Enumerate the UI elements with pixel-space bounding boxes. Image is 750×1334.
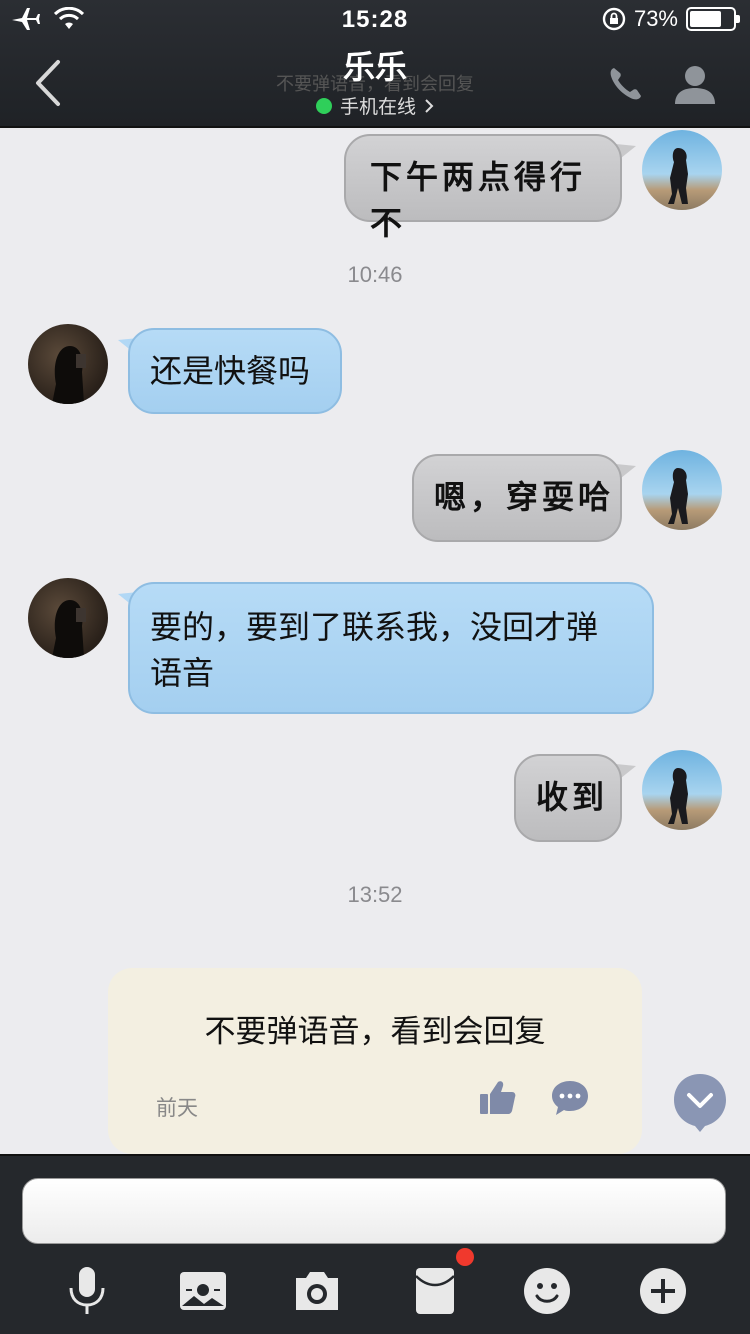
timestamp: 13:52 bbox=[347, 882, 403, 907]
my-avatar[interactable] bbox=[642, 450, 722, 530]
camera-icon[interactable] bbox=[292, 1266, 342, 1316]
pinned-note-card[interactable]: 不要弹语音，看到会回复 前天 bbox=[108, 968, 642, 1154]
chevron-right-icon bbox=[425, 98, 434, 113]
notification-badge bbox=[456, 1248, 474, 1266]
phone-call-icon[interactable] bbox=[606, 64, 646, 104]
contact-avatar[interactable] bbox=[28, 324, 108, 404]
pinned-note-text: 不要弹语音，看到会回复 bbox=[204, 1014, 546, 1050]
battery-fill bbox=[690, 11, 721, 27]
timestamp: 10:46 bbox=[347, 262, 403, 287]
chat-header: 15:28 73% 不要弹语音，看到会回复 乐乐 手机在线 bbox=[0, 0, 750, 128]
chat-title: 乐乐 bbox=[342, 48, 407, 86]
my-avatar[interactable] bbox=[642, 750, 722, 830]
battery-percent: 73% bbox=[633, 6, 678, 31]
red-packet-icon[interactable] bbox=[410, 1266, 460, 1316]
message-bubble-out[interactable]: 下午两点得行不 bbox=[344, 134, 622, 242]
plus-icon[interactable] bbox=[638, 1266, 688, 1316]
online-status-label: 手机在线 bbox=[339, 96, 416, 118]
microphone-icon[interactable] bbox=[62, 1266, 112, 1316]
message-line: 要的，要到了联系我，没回才弹 bbox=[150, 608, 599, 646]
thumbs-up-icon[interactable] bbox=[478, 1078, 518, 1118]
scroll-down-icon[interactable] bbox=[673, 1073, 727, 1133]
pinned-note-date: 前天 bbox=[156, 1096, 198, 1120]
my-avatar[interactable] bbox=[642, 130, 722, 210]
rotation-lock-icon bbox=[602, 7, 626, 31]
battery-icon bbox=[686, 7, 740, 31]
message-bubble-out[interactable]: 收到 bbox=[514, 754, 622, 842]
message-input[interactable] bbox=[22, 1178, 726, 1244]
message-bubble-out[interactable]: 嗯，穿耍哈 bbox=[412, 454, 622, 542]
message-bubble-in[interactable]: 要的，要到了联系我，没回才弹 语音 bbox=[128, 582, 654, 714]
message-bubble-in[interactable]: 还是快餐吗 bbox=[128, 328, 342, 414]
composer-bar bbox=[0, 1154, 750, 1334]
contact-avatar[interactable] bbox=[28, 578, 108, 658]
picture-icon[interactable] bbox=[178, 1266, 228, 1316]
online-dot-icon bbox=[315, 97, 332, 114]
status-bar: 15:28 73% bbox=[0, 0, 750, 40]
emoji-icon[interactable] bbox=[522, 1266, 572, 1316]
profile-icon[interactable] bbox=[672, 62, 718, 106]
message-line: 语音 bbox=[150, 654, 215, 692]
comment-icon[interactable] bbox=[550, 1078, 590, 1118]
